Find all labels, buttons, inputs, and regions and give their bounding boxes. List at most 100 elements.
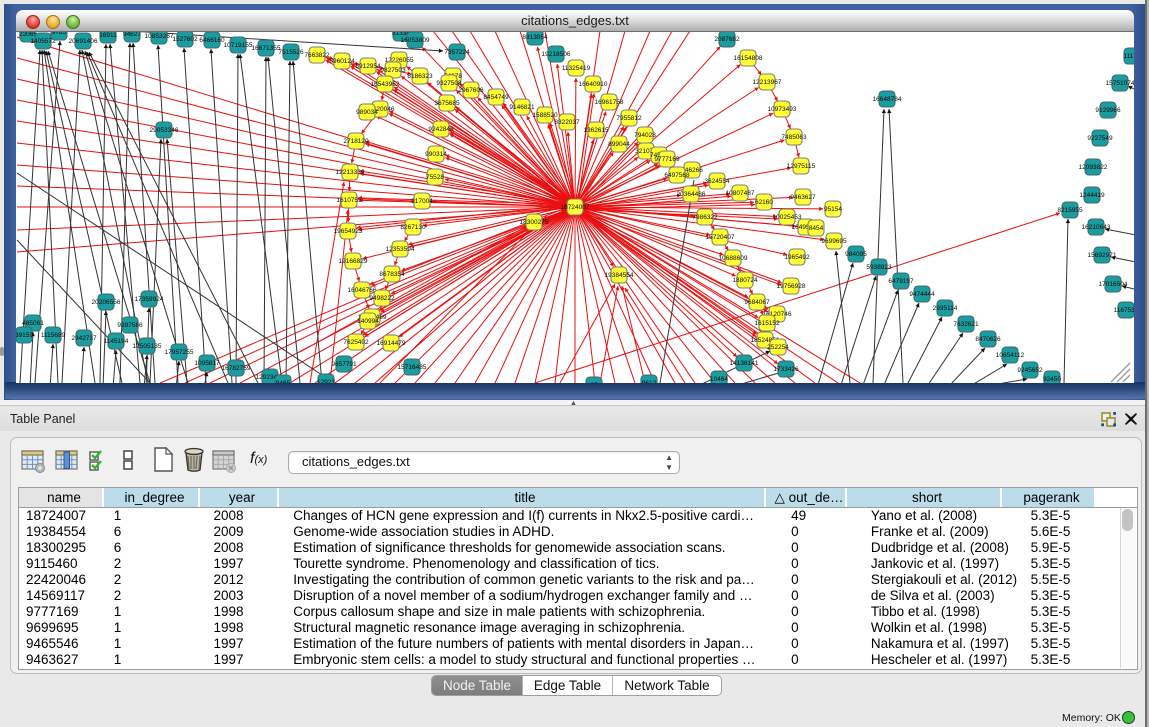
svg-text:9242848: 9242848 [428,126,454,133]
svg-text:18300275: 18300275 [520,219,549,226]
svg-text:11325419: 11325419 [562,65,591,72]
svg-text:2087682: 2087682 [714,36,740,43]
svg-text:1115689: 1115689 [41,332,66,339]
svg-text:9465: 9465 [276,380,291,383]
svg-text:15751074: 15751074 [1106,80,1134,87]
svg-text:7955812: 7955812 [616,115,642,122]
svg-text:16053809: 16053809 [401,37,430,44]
svg-text:10853267: 10853267 [145,33,174,40]
svg-text:485061: 485061 [22,320,44,327]
svg-text:984095: 984095 [845,251,867,258]
svg-text:9397586: 9397586 [117,322,143,329]
svg-text:7663822: 7663822 [304,52,330,59]
svg-text:817004: 817004 [411,198,433,205]
svg-text:9146821: 9146821 [509,104,535,111]
svg-text:1733426: 1733426 [773,366,799,373]
svg-text:9699695: 9699695 [821,238,847,245]
svg-text:18724007: 18724007 [561,204,590,211]
svg-text:16914479: 16914479 [377,340,406,347]
svg-text:7515526: 7515526 [278,49,304,56]
svg-text:9129966: 9129966 [1095,107,1121,114]
svg-text:9657791: 9657791 [331,361,357,368]
svg-text:12975115: 12975115 [787,163,816,170]
svg-text:5938923: 5938923 [866,264,892,271]
svg-text:75528: 75528 [426,174,444,181]
svg-text:990314: 990314 [425,151,447,158]
svg-text:3675685: 3675685 [434,100,460,107]
svg-text:12505135: 12505135 [133,343,162,350]
svg-text:12213967: 12213967 [753,79,782,86]
svg-text:16782759: 16782759 [222,365,251,372]
svg-text:10688609: 10688609 [719,255,748,262]
svg-text:12923: 12923 [317,379,335,383]
svg-text:8678354: 8678354 [379,271,405,278]
svg-text:19166829: 19166829 [339,258,368,265]
svg-text:19654923: 19654923 [334,228,363,235]
svg-text:6466160: 6466160 [199,37,225,44]
svg-text:10464: 10464 [710,376,728,383]
svg-text:95154: 95154 [824,206,842,213]
svg-text:10025453: 10025453 [773,214,802,221]
svg-text:19384554: 19384554 [605,272,634,279]
svg-text:8454: 8454 [809,225,824,232]
svg-text:7632621: 7632621 [953,321,979,328]
svg-text:7485063: 7485063 [781,134,807,141]
svg-text:16961758: 16961758 [595,99,624,106]
svg-text:20364486: 20364486 [677,191,706,198]
svg-text:16911: 16911 [99,32,117,39]
svg-text:12353594: 12353594 [386,246,415,253]
svg-text:1145194: 1145194 [104,338,129,345]
svg-text:8186323: 8186323 [407,73,433,80]
svg-text:9612: 9612 [642,380,657,383]
svg-text:1527602: 1527602 [172,36,198,43]
svg-text:14136141: 14136141 [730,360,759,367]
svg-text:1244419: 1244419 [1079,192,1105,199]
svg-text:15692971: 15692971 [1088,252,1117,259]
svg-text:17016504: 17016504 [1099,281,1128,288]
svg-text:252254: 252254 [767,344,789,351]
svg-text:794028: 794028 [634,132,656,139]
svg-text:16046766: 16046766 [348,287,377,294]
svg-text:8960124: 8960124 [329,58,355,65]
svg-text:16154808: 16154808 [734,55,763,62]
svg-text:19756928: 19756928 [777,283,806,290]
svg-text:1615152: 1615152 [754,320,780,327]
svg-text:8322037: 8322037 [554,119,580,126]
svg-text:87: 87 [590,382,598,383]
svg-text:10973493: 10973493 [768,106,797,113]
svg-text:8267130: 8267130 [400,224,426,231]
svg-text:9227549: 9227549 [1087,135,1113,142]
svg-text:8912954: 8912954 [355,63,381,70]
svg-text:7357224: 7357224 [444,49,470,56]
svg-text:9327508: 9327508 [436,80,462,87]
svg-text:2967608: 2967608 [458,87,484,94]
svg-text:12093822: 12093822 [1079,164,1108,171]
svg-text:140994: 140994 [357,318,379,325]
svg-text:16210643: 16210643 [1082,224,1111,231]
svg-text:19218506: 19218506 [542,51,571,58]
svg-text:16543962: 16543962 [371,81,400,88]
svg-text:1362615: 1362615 [583,127,609,134]
svg-text:8215955: 8215955 [1057,207,1083,214]
svg-text:7625402: 7625402 [343,339,369,346]
svg-text:9474444: 9474444 [909,291,935,298]
svg-text:1167533: 1167533 [1114,307,1134,314]
svg-text:8454749: 8454749 [483,94,509,101]
svg-text:16640910: 16640910 [579,81,608,88]
svg-text:29053346: 29053346 [150,127,179,134]
svg-text:20206556: 20206556 [92,299,121,306]
svg-text:10719155: 10719155 [224,42,253,49]
svg-text:9785: 9785 [52,32,67,36]
svg-text:6497568: 6497568 [664,172,690,179]
svg-text:2942737: 2942737 [71,335,97,342]
svg-text:16671355: 16671355 [252,45,281,52]
svg-text:8813054: 8813054 [522,34,548,41]
svg-text:9463627: 9463627 [790,194,816,201]
svg-text:1965492: 1965492 [784,254,810,261]
svg-text:7986322: 7986322 [692,214,718,221]
svg-text:989034: 989034 [356,109,378,116]
svg-text:10654112: 10654112 [996,352,1025,359]
svg-text:899044: 899044 [608,141,630,148]
svg-text:17957255: 17957255 [165,349,194,356]
svg-text:20691406: 20691406 [69,38,98,45]
